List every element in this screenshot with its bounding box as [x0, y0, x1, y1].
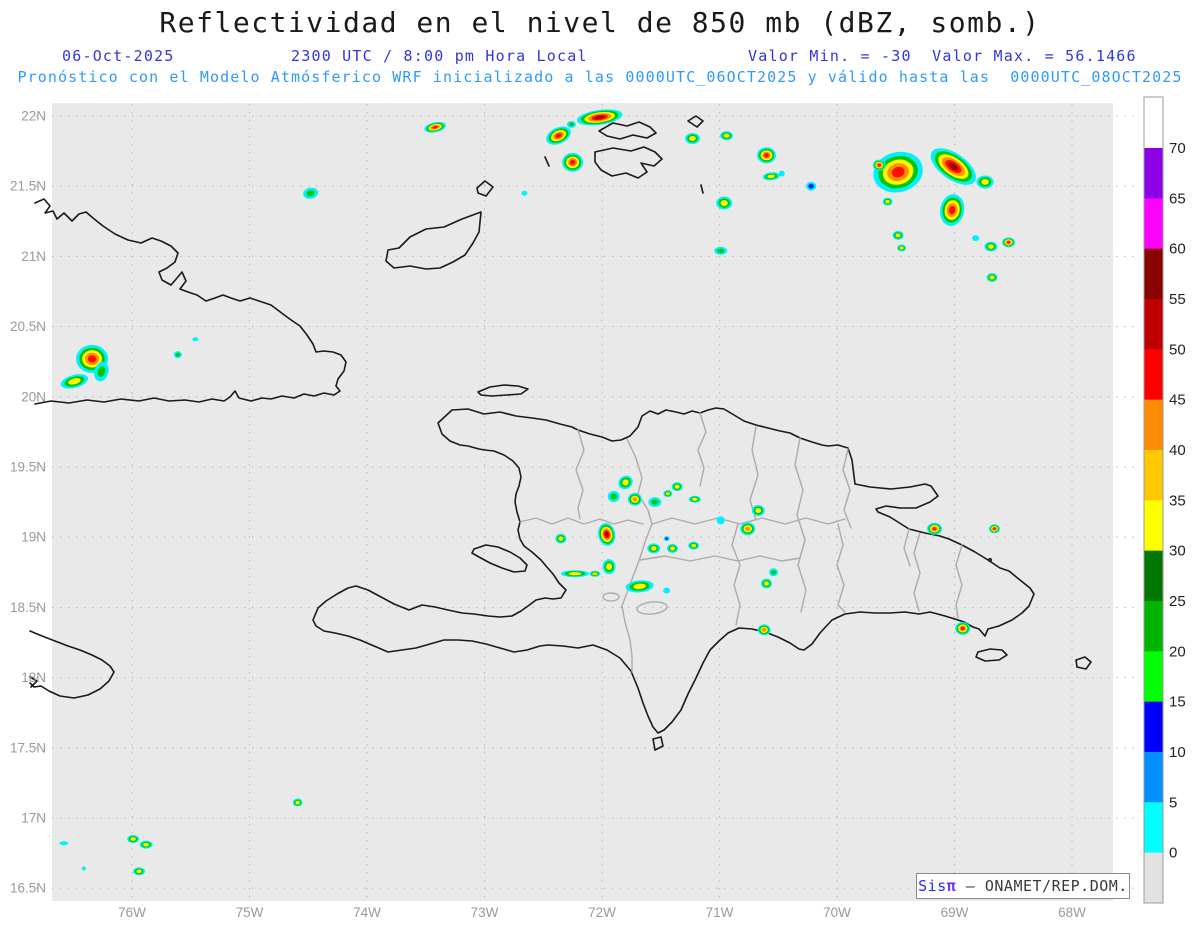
colorbar-tick-label: 30: [1169, 543, 1186, 560]
y-tick-label: 19N: [21, 530, 46, 545]
colorbar-tick-label: 10: [1169, 744, 1186, 761]
y-tick-label: 22N: [21, 109, 46, 124]
reflectivity-cell: [667, 543, 678, 553]
y-tick-label: 19.5N: [10, 460, 46, 475]
reflectivity-cell: [986, 272, 998, 282]
y-tick-label: 20N: [21, 389, 46, 404]
map-canvas: 22N 21.5N 21N 20.5N 20N 19.5N 19N 18.5N 18N 17.5N…: [10, 96, 1186, 920]
reflectivity-cell: [972, 235, 980, 242]
reflectivity-cell: [663, 587, 671, 594]
reflectivity-cell: [927, 522, 943, 535]
reflectivity-cell: [663, 536, 670, 542]
reflectivity-cell: [562, 152, 584, 172]
reflectivity-cell: [716, 516, 725, 525]
reflectivity-cell: [173, 351, 182, 359]
colorbar: 7065605550454035302520151050: [1143, 96, 1186, 904]
reflectivity-cell: [757, 147, 776, 164]
reflectivity-cell: [663, 490, 673, 498]
y-tick-label: 16.5N: [10, 881, 46, 896]
reflectivity-cell: [555, 533, 567, 544]
x-tick-label: 74W: [353, 905, 381, 920]
y-tick-label: 18N: [21, 670, 46, 685]
reflectivity-cell: [521, 190, 528, 196]
y-tick-label: 21.5N: [10, 179, 46, 194]
x-tick-label: 70W: [823, 905, 851, 920]
reflectivity-cell: [1002, 237, 1016, 248]
reflectivity-cell: [627, 492, 642, 506]
x-tick-label: 69W: [941, 905, 969, 920]
y-tick-label: 17.5N: [10, 740, 46, 755]
reflectivity-cell: [133, 867, 146, 876]
colorbar-tick-label: 70: [1169, 140, 1186, 157]
reflectivity-cell: [806, 181, 817, 191]
reflectivity-cell: [59, 841, 69, 846]
colorbar-tick-label: 55: [1169, 291, 1186, 308]
colorbar-tick-label: 40: [1169, 442, 1186, 459]
weather-map-page: Reflectividad en el nivel de 850 mb (dBZ…: [0, 0, 1200, 927]
colorbar-tick-label: 15: [1169, 694, 1186, 711]
branding-org: – ONAMET/REP.DOM.: [956, 877, 1128, 895]
branding-pi-logo: π: [946, 877, 957, 895]
reflectivity-cell: [955, 621, 971, 635]
reflectivity-cell: [882, 197, 893, 206]
y-tick-label: 17N: [21, 811, 46, 826]
reflectivity-cell: [688, 495, 701, 503]
y-tick-label: 21N: [21, 249, 46, 264]
reflectivity-cell: [751, 505, 765, 517]
reflectivity-cell: [769, 568, 779, 577]
x-tick-label: 75W: [236, 905, 264, 920]
reflectivity-cell: [984, 241, 998, 252]
y-tick-label: 20.5N: [10, 319, 46, 334]
reflectivity-cell: [872, 159, 886, 171]
branding-box: Sis π – ONAMET/REP.DOM.: [916, 873, 1130, 899]
reflectivity-cell: [684, 132, 700, 144]
colorbar-tick-label: 50: [1169, 341, 1186, 358]
reflectivity-cell: [648, 497, 662, 508]
reflectivity-cell: [740, 522, 756, 536]
reflectivity-cell: [127, 835, 140, 844]
reflectivity-cell: [761, 578, 772, 589]
reflectivity-cell: [560, 570, 589, 578]
x-tick-label: 68W: [1058, 905, 1086, 920]
reflectivity-cell: [714, 246, 728, 255]
y-tick-label: 18.5N: [10, 600, 46, 615]
branding-sis: Sis: [918, 877, 947, 895]
colorbar-tick-label: 0: [1169, 845, 1177, 862]
colorbar-tick-label: 65: [1169, 190, 1186, 207]
colorbar-tick-label: 25: [1169, 593, 1186, 610]
colorbar-tick-label: 45: [1169, 392, 1186, 409]
reflectivity-cell: [757, 624, 771, 636]
x-tick-label: 73W: [471, 905, 499, 920]
reflectivity-cell: [688, 541, 700, 550]
reflectivity-cell: [589, 570, 601, 577]
reflectivity-cell: [892, 230, 904, 240]
x-tick-label: 71W: [706, 905, 734, 920]
reflectivity-cell: [976, 175, 994, 189]
reflectivity-cell: [778, 170, 785, 177]
reflectivity-cell: [607, 490, 620, 502]
x-tick-label: 76W: [118, 905, 146, 920]
reflectivity-cell: [647, 543, 661, 554]
reflectivity-cell: [192, 337, 199, 342]
reflectivity-cell: [716, 196, 733, 210]
x-tick-label: 72W: [588, 905, 616, 920]
reflectivity-cell: [897, 244, 907, 252]
colorbar-tick-label: 20: [1169, 643, 1186, 660]
colorbar-tick-label: 60: [1169, 241, 1186, 258]
reflectivity-cell: [566, 120, 576, 128]
reflectivity-cell: [81, 866, 86, 871]
reflectivity-cell: [602, 559, 616, 575]
colorbar-tick-label: 35: [1169, 492, 1186, 509]
colorbar-tick-label: 5: [1169, 794, 1177, 811]
reflectivity-cell: [720, 131, 734, 141]
reflectivity-cell: [139, 840, 153, 849]
reflectivity-cell: [292, 798, 303, 807]
reflectivity-cell: [988, 524, 1000, 534]
reflectivity-cell: [671, 482, 683, 492]
